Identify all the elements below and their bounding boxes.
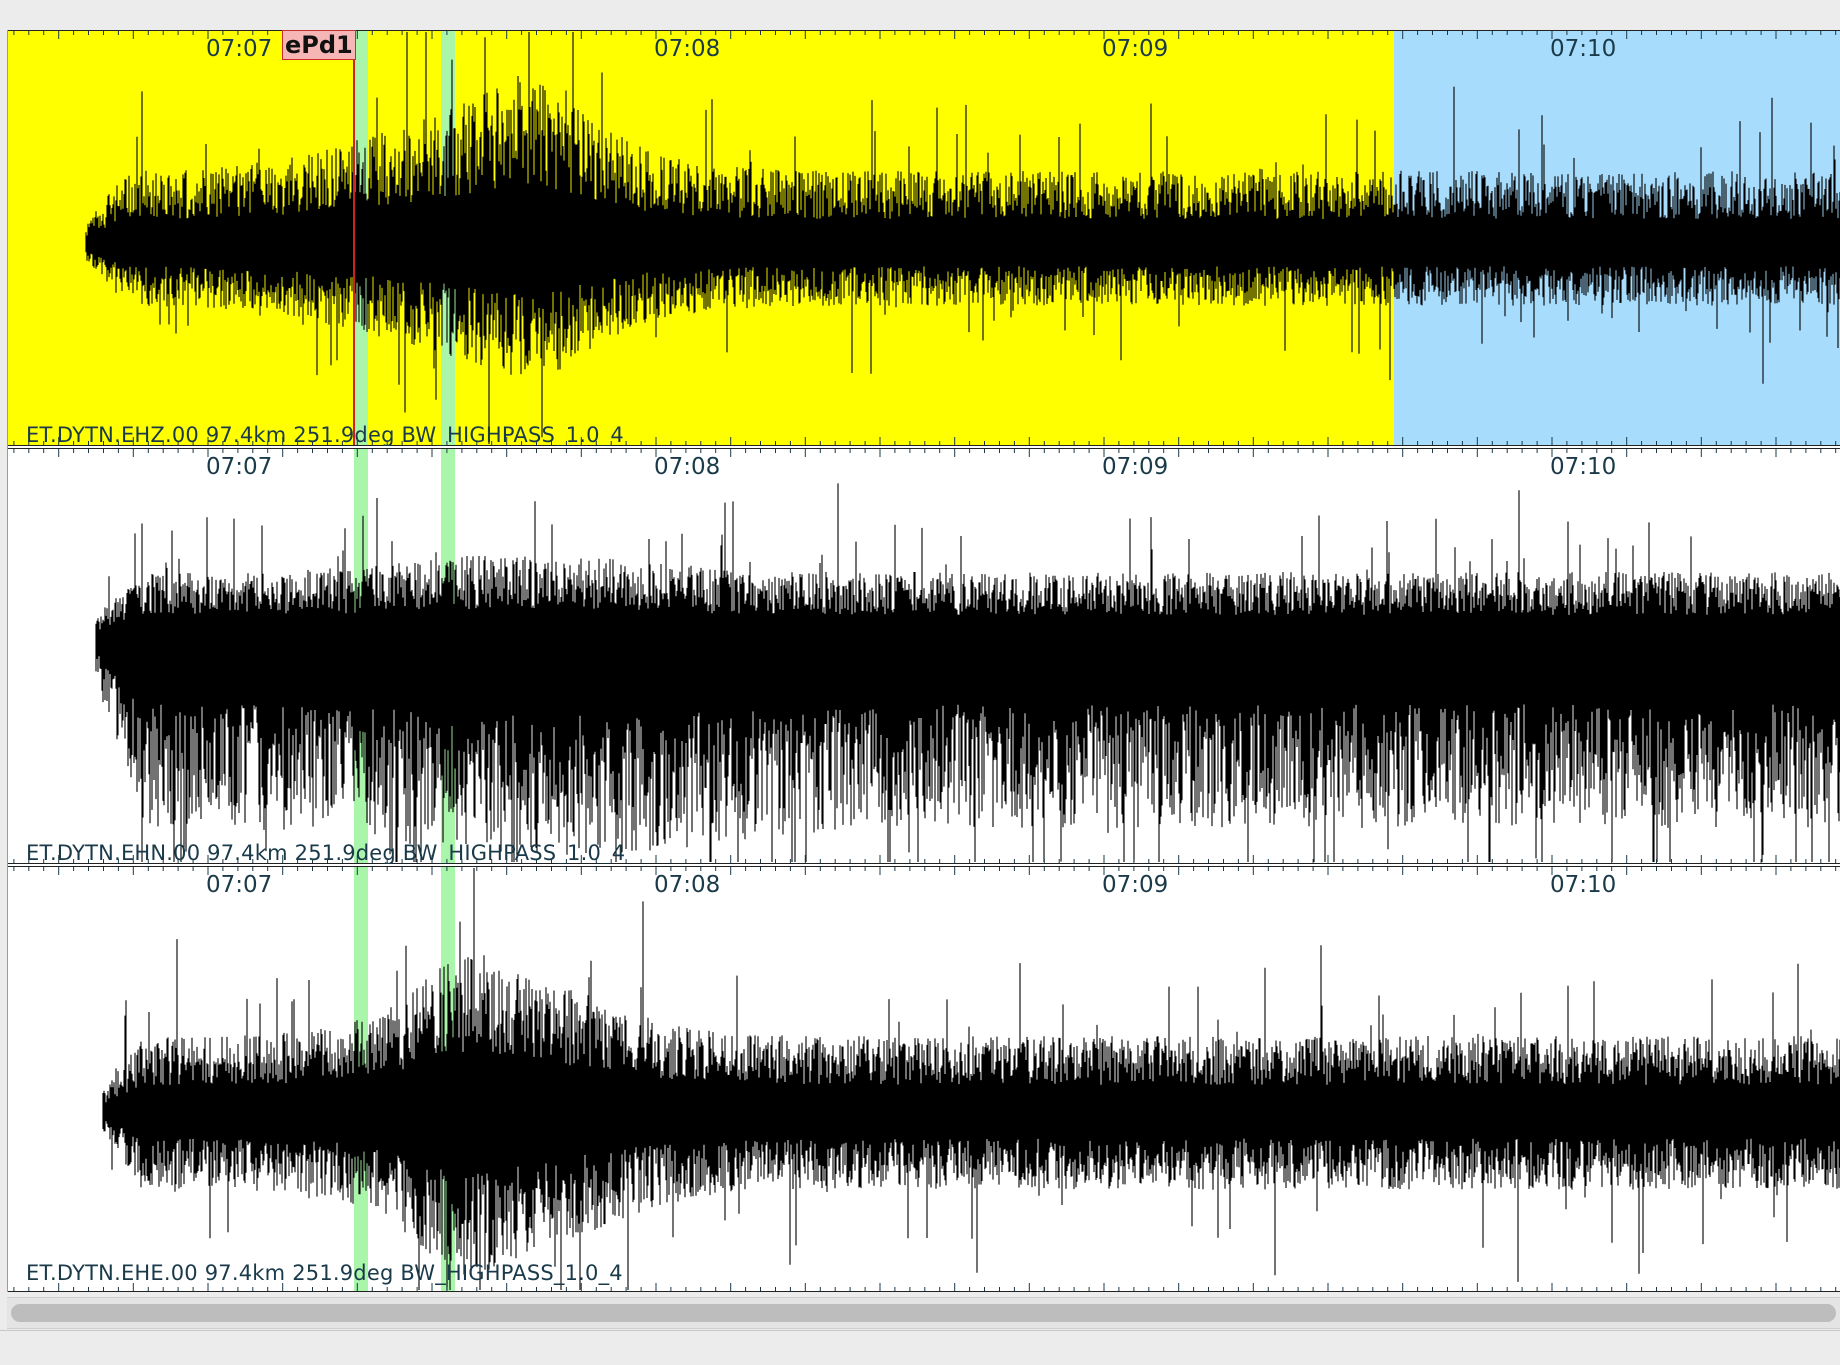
time-tick-label: 07:10 bbox=[1550, 872, 1616, 898]
time-tick-label: 07:10 bbox=[1550, 454, 1616, 480]
time-tick-label: 07:09 bbox=[1102, 872, 1168, 898]
time-tick-label: 07:08 bbox=[654, 872, 720, 898]
time-tick-label: 07:08 bbox=[654, 454, 720, 480]
trace-panel-ehz[interactable]: 07:07 07:08 07:09 07:10 ePd1 ET.DYTN.EHZ.00… bbox=[8, 30, 1840, 446]
time-tick-label: 07:09 bbox=[1102, 454, 1168, 480]
trace-label-ehn: ET.DYTN.EHN.00 97.4km 251.9deg BW_HIGHPA… bbox=[26, 841, 626, 864]
waveform-ehz[interactable]: 07:07 07:08 07:09 07:10 bbox=[8, 30, 1840, 446]
trace-panel-ehe[interactable]: 07:07 07:08 07:09 07:10 ET.DYTN.EHE.00 97.4… bbox=[8, 866, 1840, 1292]
time-tick-label: 07:09 bbox=[1102, 36, 1168, 62]
time-tick-label: 07:07 bbox=[206, 872, 272, 898]
trace-display-area: 07:07 07:08 07:09 07:10 ePd1 ET.DYTN.EHZ.00… bbox=[7, 30, 1840, 1292]
time-tick-label: 07:10 bbox=[1550, 36, 1616, 62]
seismogram-viewer-window: 07:07 07:08 07:09 07:10 ePd1 ET.DYTN.EHZ.00… bbox=[0, 0, 1840, 1365]
waveform-ehn[interactable]: 07:07 07:08 07:09 07:10 bbox=[8, 448, 1840, 864]
trace-panel-ehn[interactable]: 07:07 07:08 07:09 07:10 ET.DYTN.EHN.00 97.4… bbox=[8, 448, 1840, 864]
time-tick-label: 07:08 bbox=[654, 36, 720, 62]
time-tick-label: 07:07 bbox=[206, 36, 272, 62]
pick-label-epd1[interactable]: ePd1 bbox=[282, 30, 356, 60]
horizontal-scrollbar[interactable] bbox=[7, 1297, 1840, 1329]
status-strip bbox=[0, 1330, 1840, 1365]
time-tick-label: 07:07 bbox=[206, 454, 272, 480]
waveform-ehe[interactable]: 07:07 07:08 07:09 07:10 bbox=[8, 866, 1840, 1292]
trace-label-ehe: ET.DYTN.EHE.00 97.4km 251.9deg BW_HIGHPA… bbox=[26, 1261, 623, 1285]
trace-label-ehz: ET.DYTN.EHZ.00 97.4km 251.9deg BW_HIGHPA… bbox=[26, 423, 624, 446]
scrollbar-thumb[interactable] bbox=[11, 1304, 1836, 1322]
